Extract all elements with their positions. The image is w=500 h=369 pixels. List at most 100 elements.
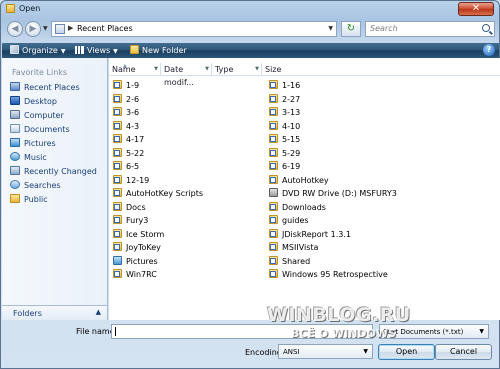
file-name: Shared (282, 256, 311, 266)
breadcrumb-arrow-icon[interactable]: ▶ (68, 24, 73, 32)
folder-shortcut-icon (269, 134, 278, 143)
sidebar-item-label: Desktop (24, 97, 57, 106)
list-item[interactable]: 1-9 (113, 80, 139, 92)
sidebar-item-desktop[interactable]: Desktop (10, 96, 106, 108)
file-name: Ice Storm (126, 229, 165, 239)
organize-label: Organize (22, 46, 58, 55)
file-list-pane[interactable]: Name ▲ ▼ Date modif... ▼ Type ▼ Size 1-9… (109, 58, 500, 320)
list-item[interactable]: Shared (269, 255, 311, 268)
column-header-date-modified[interactable]: Date modif... ▼ (161, 63, 212, 87)
chevron-up-icon: ▲ (95, 308, 101, 316)
list-item[interactable]: 4-3 (113, 120, 139, 133)
column-dropdown-icon[interactable]: ▼ (154, 63, 158, 76)
sidebar-item-public[interactable]: Public (10, 194, 106, 206)
list-item[interactable]: MSIIVista (269, 242, 318, 254)
column-dropdown-icon[interactable]: ▼ (255, 63, 259, 76)
column-header-type[interactable]: Type ▼ (212, 63, 262, 76)
cancel-button[interactable]: Cancel (435, 344, 492, 360)
folder-shortcut-icon (269, 120, 278, 130)
list-item[interactable]: DVD RW Drive (D:) MSFURY3 (269, 188, 397, 200)
folder-shortcut-icon (269, 228, 278, 238)
search-input[interactable]: Search (365, 21, 495, 37)
new-folder-button[interactable]: New Folder (130, 45, 187, 56)
list-item[interactable]: 4-10 (269, 120, 300, 133)
address-dropdown-icon[interactable]: ▼ (328, 25, 333, 32)
folder-shortcut-icon (113, 161, 122, 170)
title-bar[interactable]: Open ✕ (1, 1, 499, 17)
list-item[interactable]: Docs (113, 201, 146, 214)
list-item[interactable]: JDiskReport 1.3.1 (269, 228, 351, 241)
folder-shortcut-icon (113, 80, 122, 89)
close-button[interactable]: ✕ (458, 2, 494, 16)
folder-shortcut-icon (269, 255, 278, 265)
file-name: 1-16 (282, 81, 301, 90)
sidebar-item-music[interactable]: Music (10, 152, 106, 164)
back-button[interactable]: ◀ (7, 21, 23, 37)
list-item[interactable]: 2-6 (113, 93, 139, 106)
list-item[interactable]: Pictures (113, 255, 158, 268)
list-item[interactable]: Downloads (269, 201, 326, 214)
list-item[interactable]: 5-29 (269, 147, 301, 160)
list-item[interactable]: AutoHotkey (269, 174, 329, 187)
sidebar-item-recent-places[interactable]: Recent Places (10, 82, 106, 94)
views-dropdown-icon: ▼ (113, 48, 118, 55)
sidebar-item-pictures[interactable]: Pictures (10, 138, 106, 150)
sidebar-item-computer[interactable]: Computer (10, 110, 106, 122)
help-button[interactable]: ? (483, 44, 495, 56)
list-item[interactable]: Ice Storm (113, 228, 165, 241)
search-icon[interactable] (482, 24, 490, 32)
folder-shortcut-icon (269, 269, 278, 278)
folder-shortcut-icon (269, 107, 278, 116)
sidebar-item-label: Searches (24, 181, 61, 190)
file-name: 6-5 (126, 162, 140, 171)
folder-shortcut-icon (113, 174, 122, 184)
folder-shortcut-icon (113, 228, 122, 238)
sidebar-item-searches[interactable]: Searches (10, 180, 106, 192)
forward-button[interactable]: ▶ (25, 21, 41, 37)
list-item[interactable]: 5-22 (113, 147, 144, 160)
column-header-size[interactable]: Size (262, 63, 312, 76)
list-item[interactable]: 12-19 (113, 174, 149, 187)
sidebar-item-documents[interactable]: Documents (10, 124, 106, 136)
column-header-name[interactable]: Name ▲ ▼ (109, 63, 161, 76)
file-name: JDiskReport 1.3.1 (282, 229, 351, 239)
address-bar[interactable]: ▶ Recent Places ▼ (51, 21, 337, 37)
list-item[interactable]: 4-17 (113, 134, 144, 146)
list-item[interactable]: 6-19 (269, 161, 300, 173)
list-item[interactable]: 5-15 (269, 134, 300, 146)
file-name: 4-17 (126, 135, 145, 144)
watermark: WINBLOG.RU ВСЁ О WINDOWS (267, 304, 410, 354)
navigation-pane: Favorite Links Recent Places Desktop Com… (2, 58, 108, 319)
sidebar-item-recently-changed[interactable]: Recently Changed (10, 166, 106, 178)
list-item[interactable]: 3-6 (113, 107, 139, 119)
list-item[interactable]: 6-5 (113, 161, 139, 173)
pictures-icon (10, 138, 20, 147)
organize-button[interactable]: Organize ▼ (10, 45, 65, 56)
sidebar-item-label: Documents (24, 125, 70, 134)
list-item[interactable]: 1-16 (269, 80, 300, 92)
public-folder-icon (10, 194, 20, 203)
watermark-subtitle: ВСЁ О WINDOWS (291, 327, 396, 340)
list-item[interactable]: guides (269, 215, 309, 227)
file-name: DVD RW Drive (D:) MSFURY3 (282, 189, 397, 198)
list-item[interactable]: JoyToKey (113, 242, 161, 254)
recent-pages-dropdown-icon[interactable]: ▼ (43, 25, 48, 32)
folders-toggle[interactable]: Folders ▲ (2, 305, 108, 320)
views-button[interactable]: Views ▼ (75, 45, 118, 56)
file-name: 5-29 (282, 148, 301, 158)
list-item[interactable]: Win7RC (113, 269, 157, 281)
refresh-button[interactable]: ↻ (341, 21, 361, 37)
breadcrumb-location[interactable]: Recent Places (77, 24, 133, 33)
list-item[interactable]: 2-27 (269, 93, 300, 106)
new-folder-label: New Folder (142, 46, 187, 55)
column-dropdown-icon[interactable]: ▼ (205, 63, 209, 76)
list-item[interactable]: Windows 95 Retrospective (269, 269, 388, 281)
file-name: MSIIVista (282, 243, 319, 252)
file-name: 5-15 (282, 135, 301, 144)
file-name: Windows 95 Retrospective (282, 270, 388, 279)
list-item[interactable]: AutoHotKey Scripts (113, 188, 203, 200)
list-item[interactable]: Fury3 (113, 215, 148, 227)
list-item[interactable]: 3-13 (269, 107, 300, 119)
folder-shortcut-icon (113, 201, 122, 211)
organize-icon (10, 45, 19, 54)
